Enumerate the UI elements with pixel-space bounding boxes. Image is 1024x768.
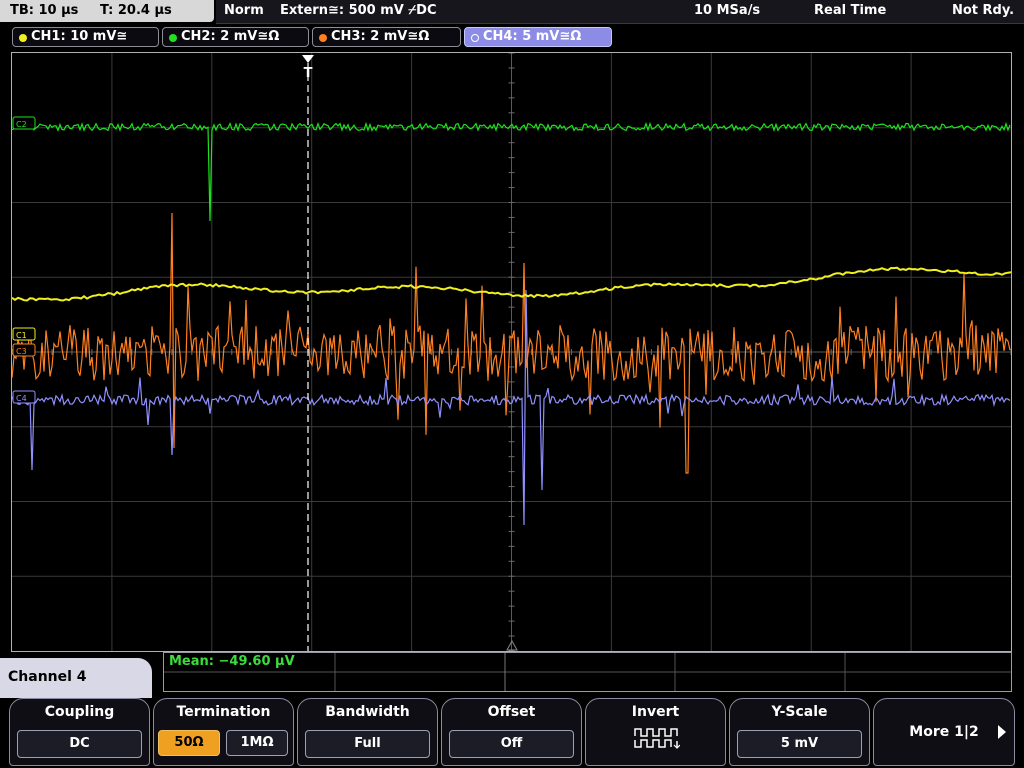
timebase-value: TB: 10 µs <box>10 3 79 18</box>
channel-marker-label: C2 <box>16 120 27 129</box>
menu-title-label: Channel 4 <box>8 669 87 685</box>
channel-tab-1[interactable]: CH1: 10 mV≅ <box>12 27 159 47</box>
bandwidth-value[interactable]: Full <box>305 730 430 758</box>
channel-tab-label: CH2: 2 mV≅Ω <box>181 29 280 44</box>
channel-tab-label: CH1: 10 mV≅ <box>31 29 128 44</box>
termination-1mohm-option[interactable]: 1MΩ <box>226 730 288 756</box>
trigger-marker-label: T <box>304 66 313 81</box>
waveform-canvas: T C2 C1 C3 C4 <box>12 53 1011 651</box>
run-status: Not Rdy. <box>952 3 1015 18</box>
acquisition-mode: Real Time <box>814 3 887 18</box>
coupling-title: Coupling <box>44 704 115 720</box>
termination-title: Termination <box>176 704 271 720</box>
measurement-grid <box>164 653 1011 691</box>
more-title: More 1|2 <box>909 724 979 740</box>
channel-marker-label: C1 <box>16 331 27 340</box>
ch2-color-dot <box>169 34 177 42</box>
menu-title: Channel 4 <box>0 658 152 698</box>
channel-tab-label: CH3: 2 mV≅Ω <box>331 29 430 44</box>
timebase-box[interactable]: TB: 10 µs T: 20.4 µs <box>0 0 214 22</box>
offset-value[interactable]: Off <box>449 730 574 758</box>
channel-tab-label: CH4: 5 mV≅Ω <box>483 29 582 44</box>
waveform-display[interactable]: T C2 C1 C3 C4 <box>11 52 1012 652</box>
channel-marker-label: C4 <box>16 394 27 403</box>
top-status-bar: TB: 10 µs T: 20.4 µs Norm Extern≅: 500 m… <box>0 0 1024 24</box>
bandwidth-softkey[interactable]: Bandwidth Full <box>297 698 438 766</box>
termination-50ohm-option[interactable]: 50Ω <box>158 730 220 756</box>
yscale-title: Y-Scale <box>771 704 828 720</box>
termination-softkey[interactable]: Termination 50Ω 1MΩ <box>153 698 294 766</box>
invert-signal-icon <box>634 728 680 749</box>
coupling-value[interactable]: DC <box>17 730 142 758</box>
trigger-mode[interactable]: Norm <box>224 0 264 22</box>
channel-tab-4[interactable]: CH4: 5 mV≅Ω <box>464 27 612 47</box>
sample-rate: 10 MSa/s <box>694 3 761 18</box>
ch3-color-dot <box>319 34 327 42</box>
trigger-source[interactable]: Extern≅: 500 mV ⌿DC <box>280 0 437 22</box>
offset-title: Offset <box>487 704 536 720</box>
yscale-value[interactable]: 5 mV <box>737 730 862 758</box>
chevron-right-icon <box>998 725 1006 739</box>
measurement-panel[interactable]: Mean: −49.60 µV <box>163 652 1012 692</box>
bandwidth-title: Bandwidth <box>325 704 410 720</box>
ch4-color-dot <box>471 34 479 42</box>
coupling-softkey[interactable]: Coupling DC <box>9 698 150 766</box>
ch1-color-dot <box>19 34 27 42</box>
invert-title: Invert <box>631 704 680 720</box>
more-softkey[interactable]: More 1|2 <box>873 698 1015 766</box>
channel-tab-3[interactable]: CH3: 2 mV≅Ω <box>312 27 461 47</box>
offset-softkey[interactable]: Offset Off <box>441 698 582 766</box>
trigger-time-value: T: 20.4 µs <box>100 3 172 18</box>
channel-marker-label: C3 <box>16 347 27 356</box>
invert-softkey[interactable]: Invert <box>585 698 726 766</box>
channel-tab-2[interactable]: CH2: 2 mV≅Ω <box>162 27 309 47</box>
yscale-softkey[interactable]: Y-Scale 5 mV <box>729 698 870 766</box>
acquisition-status-bar: Norm Extern≅: 500 mV ⌿DC 10 MSa/s Real T… <box>216 0 1024 24</box>
